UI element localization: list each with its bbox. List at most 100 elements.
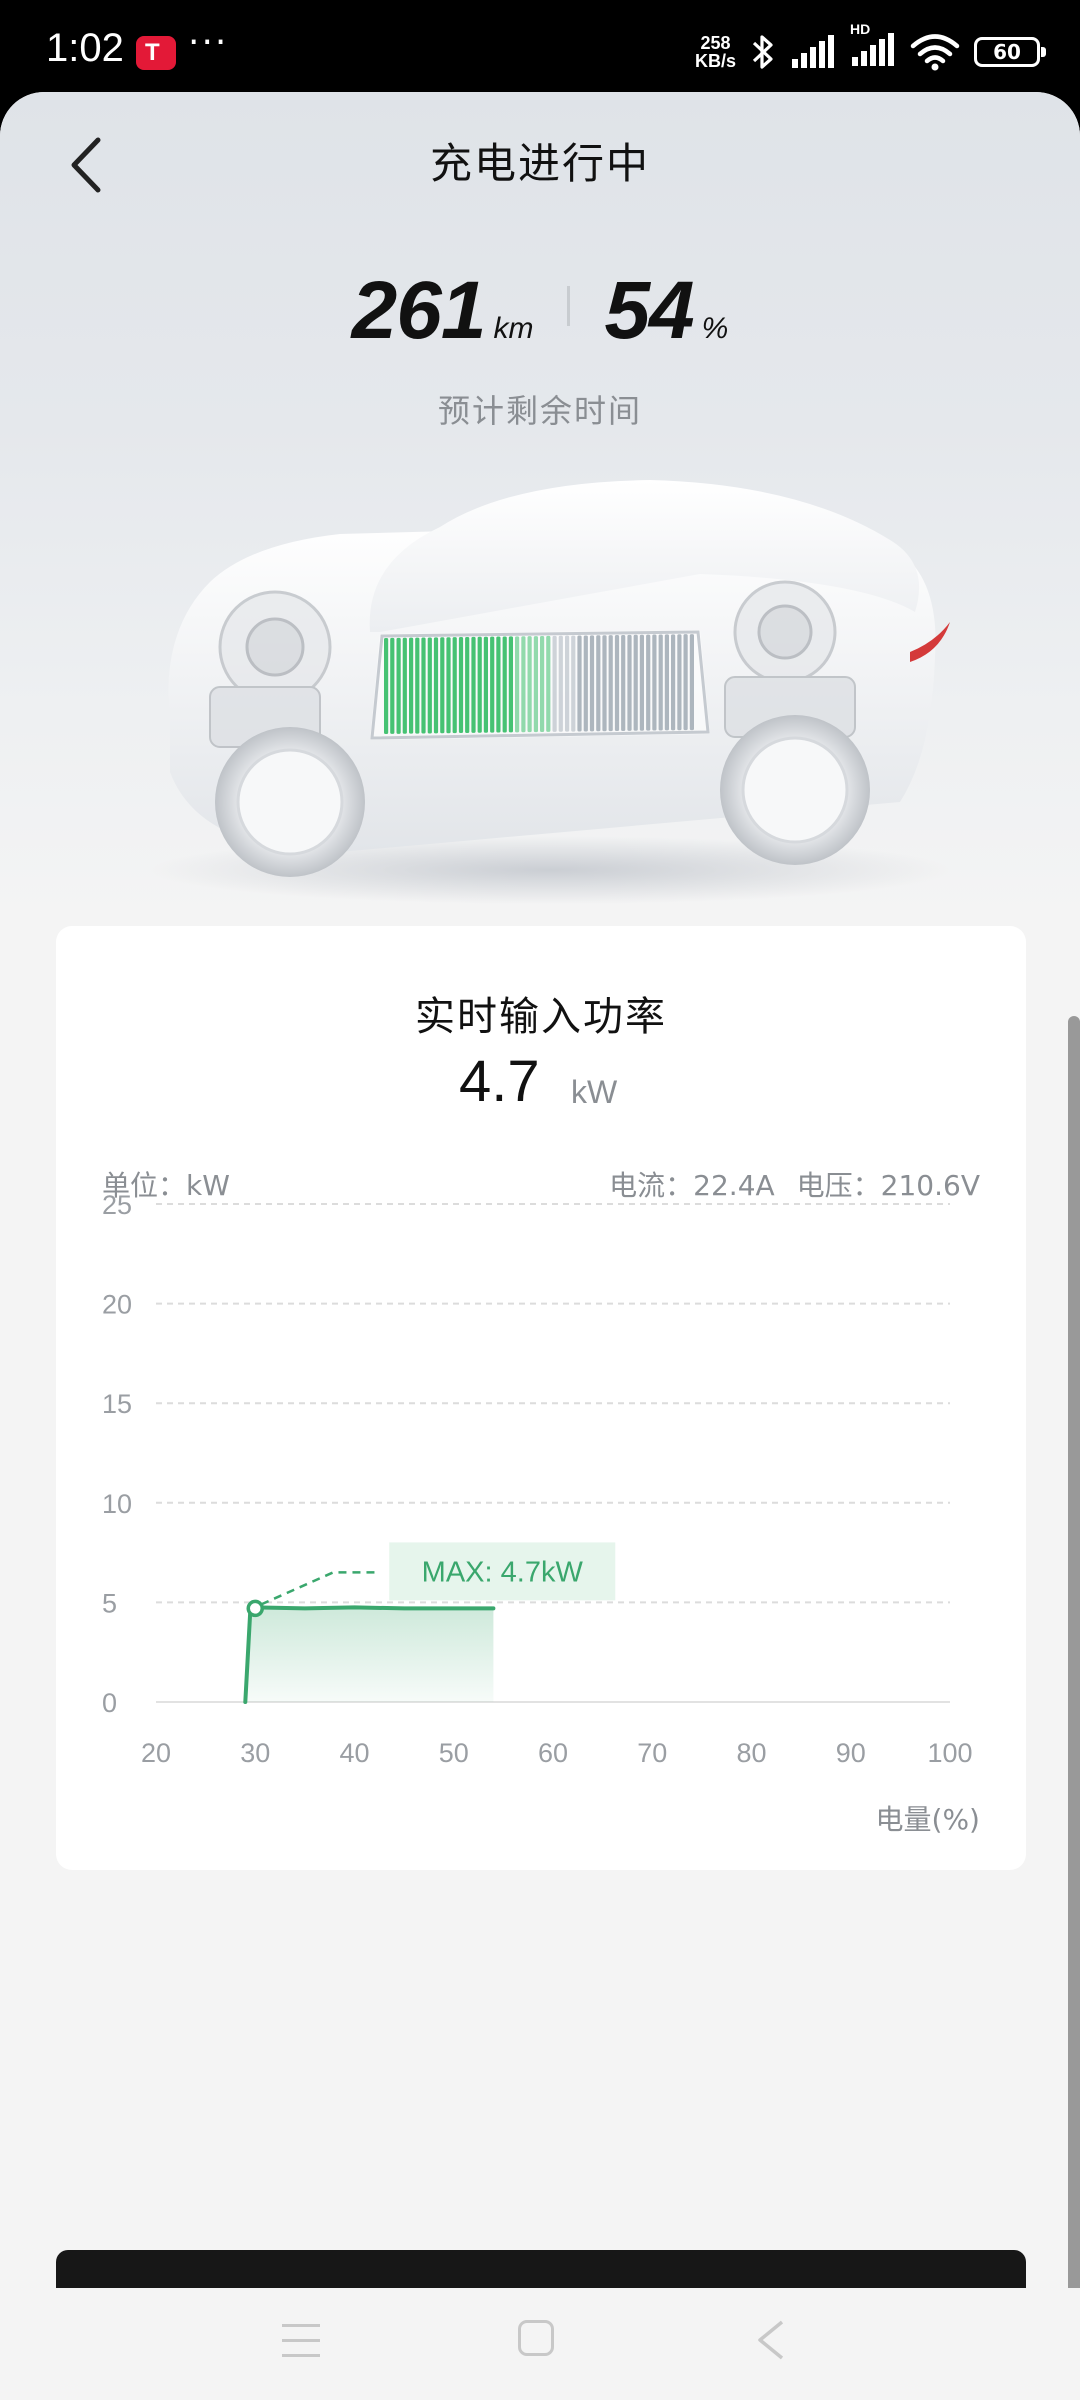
scrollbar[interactable] (1068, 1016, 1080, 2316)
y-tick-label: 15 (102, 1389, 132, 1419)
power-card: 实时输入功率 4.7 kW 单位：kW 电流：22.4A 电压：210.6V 05… (56, 926, 1026, 1870)
charge-summary: 261 km 54% (0, 264, 1080, 358)
back-triangle-icon[interactable] (752, 2318, 792, 2362)
battery-cell (452, 637, 457, 734)
charging-screen: 充电进行中 261 km 54% 预计剩余时间 实时输入功率 4.7 kW 单位… (0, 92, 1080, 2400)
battery-cell (433, 637, 439, 734)
battery-cell (384, 638, 389, 734)
battery-cell (639, 634, 644, 731)
battery-cell (521, 636, 526, 733)
battery-cell (415, 637, 420, 734)
battery-cell (458, 637, 464, 734)
battery-cell (602, 635, 607, 732)
battery-pack (370, 630, 710, 740)
battery-cell (596, 635, 601, 732)
battery-cell (477, 636, 482, 733)
battery-cell (633, 634, 638, 731)
status-bar: 1:02 T ··· 258 KB/s HD 60 (0, 0, 1080, 100)
battery-cell (496, 636, 501, 733)
x-tick-label: 90 (836, 1738, 866, 1768)
battery-cell (652, 634, 657, 731)
page-title: 充电进行中 (429, 139, 650, 188)
tesla-app-icon: T (136, 36, 176, 70)
power-chart: 0 5 10 15 20 25 20 30 40 50 60 70 80 90 100 MAX: 4.7kW (102, 1190, 973, 1768)
battery-cell (540, 636, 545, 732)
battery-cell (658, 634, 663, 731)
battery-cell (565, 635, 570, 732)
battery-cell (627, 634, 632, 731)
y-tick-label: 0 (102, 1688, 117, 1718)
battery-cell (440, 637, 445, 734)
soc-unit: % (701, 312, 729, 345)
battery-cell (515, 636, 520, 733)
x-tick-label: 70 (637, 1738, 667, 1768)
battery-cell (614, 635, 620, 732)
home-square-icon[interactable] (518, 2320, 554, 2356)
status-time: 1:02 (46, 26, 124, 70)
battery-cell (502, 636, 507, 733)
range-value: 261 (351, 265, 487, 356)
net-speed: 258 KB/s (695, 34, 736, 70)
battery-cell (402, 637, 407, 734)
x-tick-label: 100 (927, 1738, 972, 1768)
battery-cell (446, 637, 451, 734)
battery-cell (608, 635, 613, 732)
status-icons: 258 KB/s HD 60 (695, 21, 1046, 74)
summary-divider (567, 286, 571, 326)
eta-label: 预计剩余时间 (437, 392, 642, 430)
battery-cell (533, 636, 538, 733)
battery-cell (508, 636, 513, 733)
tesla-app-letter: T (145, 39, 160, 66)
battery-cell (577, 635, 582, 732)
x-tick-label: 50 (439, 1738, 469, 1768)
battery-cell (490, 636, 495, 733)
battery-cell (671, 634, 676, 731)
system-nav-bar (0, 2288, 1080, 2400)
x-tick-label: 60 (538, 1738, 568, 1768)
net-speed-value: 258 (700, 33, 731, 53)
battery-cell (390, 637, 395, 734)
x-tick-label: 20 (141, 1738, 171, 1768)
battery-cell (571, 635, 576, 732)
battery-cell (646, 634, 651, 731)
battery-cell (583, 635, 588, 732)
y-tick-label: 20 (102, 1290, 132, 1320)
battery-cell (664, 634, 669, 731)
battery-cell (409, 637, 414, 734)
wifi-icon (910, 34, 960, 71)
car-illustration (150, 480, 950, 904)
x-tick-label: 80 (736, 1738, 766, 1768)
max-point (246, 1599, 264, 1618)
x-tick-label: 30 (240, 1738, 270, 1768)
max-leader-line (260, 1571, 378, 1606)
battery-cell (677, 634, 682, 731)
battery-cell (421, 637, 426, 734)
net-speed-unit: KB/s (694, 51, 736, 71)
hd-signal: HD (850, 21, 896, 71)
y-tick-label: 5 (102, 1588, 117, 1618)
cell-signal-2-icon (852, 33, 894, 66)
x-axis-title: 电量(%) (875, 1803, 980, 1836)
y-tick-label: 25 (102, 1190, 132, 1220)
battery-cell (396, 637, 401, 734)
max-label: MAX: 4.7kW (422, 1556, 584, 1588)
battery-cell (483, 636, 488, 733)
x-tick-label: 40 (339, 1738, 369, 1768)
battery-cell (589, 635, 595, 732)
soc-value: 54 (604, 265, 694, 356)
battery-cell (427, 637, 432, 734)
hero-section: 充电进行中 261 km 54% 预计剩余时间 (0, 92, 1080, 922)
battery-cell (471, 636, 476, 733)
battery-cell (546, 635, 551, 732)
cell-signal-icon (792, 35, 834, 68)
battery-cell (552, 635, 557, 732)
battery-indicator: 60 (974, 37, 1046, 67)
battery-cell (621, 634, 626, 731)
range-unit: km (493, 312, 534, 345)
battery-cell (683, 634, 688, 731)
menu-icon[interactable] (282, 2324, 320, 2358)
more-notifications-icon: ··· (188, 22, 229, 63)
battery-cell (527, 636, 532, 733)
battery-cell (558, 635, 563, 732)
hd-label: HD (850, 21, 871, 37)
